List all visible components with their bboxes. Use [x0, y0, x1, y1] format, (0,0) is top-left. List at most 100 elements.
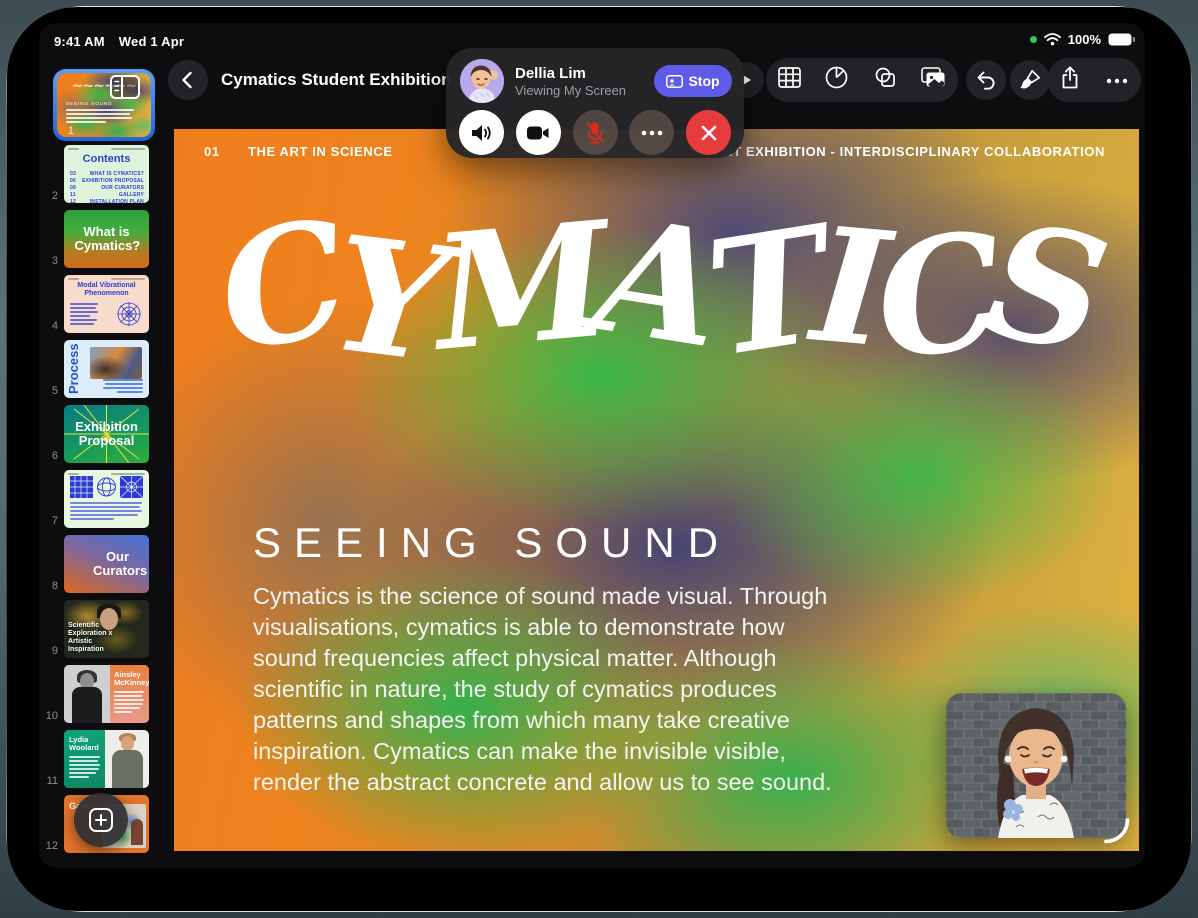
toc-num: 08 — [70, 185, 76, 191]
slide-thumbnail-9[interactable]: Scientific Exploration x Artistic Inspir… — [64, 600, 149, 658]
thumbnail-title: Exhibition Proposal — [75, 419, 138, 448]
slide-page-number[interactable]: 01 — [204, 144, 220, 159]
slide-thumbnail-4[interactable]: Modal Vibrational Phenomenon — [64, 275, 149, 333]
participant-name: Dellia Lim — [515, 64, 586, 82]
slide-thumbnail-8[interactable]: Our Curators — [64, 535, 149, 593]
end-call-button[interactable] — [686, 110, 731, 155]
slide-thumbnail-6[interactable]: Exhibition Proposal — [64, 405, 149, 463]
toc-label: GALLERY — [118, 192, 144, 198]
toc-label: EXHIBITION PROPOSAL — [82, 178, 144, 184]
close-x-icon — [701, 125, 716, 140]
slide-number: 1 — [67, 125, 74, 137]
slide-body-text[interactable]: Cymatics is the science of sound made vi… — [253, 581, 841, 798]
thumbnail-title: Process — [66, 343, 81, 394]
thumbnail-photo-face — [121, 736, 134, 751]
toc-label: WHAT IS CYMATICS? — [89, 171, 144, 177]
insert-media-button[interactable] — [921, 67, 946, 93]
share-more-group — [1047, 58, 1141, 102]
toc-label: INSTALLATION PLAN — [89, 199, 144, 203]
document-title: Cymatics Student Exhibition — [221, 70, 452, 89]
thumbnail-text-panel: Ainsley McKinney — [110, 665, 149, 723]
status-right: 100% — [1029, 32, 1135, 47]
thumbnail-header-placeholder — [68, 278, 145, 280]
document-title-button[interactable]: Cymatics Student Exhibition — [221, 60, 482, 100]
slide-number: 7 — [51, 515, 58, 527]
stop-label: Stop — [688, 73, 720, 89]
thumbnail-photo — [64, 665, 110, 723]
format-button[interactable] — [1010, 60, 1050, 100]
slide-navigator: ~~~~~~ SEEING SOUND 1 Contents 03 WHAT I… — [39, 53, 167, 868]
thumbnail-header-placeholder — [68, 473, 145, 475]
participant-avatar — [460, 59, 504, 103]
slide-number: 10 — [45, 710, 58, 722]
chevron-left-icon — [182, 71, 192, 89]
thumbnail-title: Contents — [82, 153, 131, 165]
screen: 9:41 AM Wed 1 Apr 100% Cymatics Student … — [39, 23, 1145, 868]
camera-button[interactable] — [515, 110, 561, 155]
slide-thumbnail-3[interactable]: What is Cymatics? — [64, 210, 149, 268]
slide-thumbnail-10[interactable]: Ainsley McKinney — [64, 665, 149, 723]
toc-label: OUR CURATORS — [101, 185, 144, 191]
slide-heading[interactable]: SEEING SOUND — [253, 519, 731, 567]
thumbnail-title: Lydia Woolard — [69, 735, 99, 752]
slide-header-right[interactable]: ENT EXHIBITION - INTERDISCIPLINARY COLLA… — [714, 144, 1105, 159]
call-more-button[interactable] — [629, 110, 675, 155]
slide-title-art[interactable]: CYMATICS — [174, 173, 1139, 403]
battery-percent: 100% — [1067, 32, 1101, 47]
thumbnail-header-placeholder — [68, 148, 145, 150]
insert-shape-button[interactable] — [873, 67, 897, 94]
thumbnail-photo — [90, 347, 142, 379]
battery-icon — [1108, 33, 1135, 46]
slide-number: 11 — [46, 775, 58, 787]
insert-chart-button[interactable] — [825, 66, 848, 94]
wifi-icon — [1043, 33, 1061, 46]
slide-number: 12 — [45, 840, 58, 852]
thumbnail-title: Our Curators — [93, 549, 148, 578]
share-icon — [1062, 66, 1078, 88]
thumbnail-title: Scientific Exploration x Artistic Inspir… — [68, 622, 113, 653]
slide-number: 8 — [51, 580, 58, 592]
status-left: 9:41 AM Wed 1 Apr — [54, 34, 184, 49]
toc-num: 03 — [70, 171, 76, 177]
slide-thumbnail-11[interactable]: Lydia Woolard — [64, 730, 149, 788]
stop-sharing-button[interactable]: Stop — [654, 65, 732, 97]
ipad-device: 9:41 AM Wed 1 Apr 100% Cymatics Student … — [0, 0, 1198, 918]
clock-time: 9:41 AM — [54, 34, 105, 49]
screen-share-icon — [666, 74, 684, 88]
thumbnail-title: Modal Vibrational Phenomenon — [77, 282, 136, 297]
ellipsis-icon — [641, 130, 663, 135]
mandala-pattern — [117, 302, 141, 326]
undo-button[interactable] — [966, 60, 1006, 100]
pattern-tiles — [70, 476, 143, 498]
more-button[interactable] — [1106, 71, 1128, 89]
speaker-icon — [471, 124, 491, 141]
share-button[interactable] — [1060, 66, 1080, 95]
slide-number: 5 — [51, 385, 58, 397]
slide-thumbnail-7[interactable] — [64, 470, 149, 528]
clock-date: Wed 1 Apr — [118, 34, 185, 49]
shareplay-status: Viewing My Screen — [515, 82, 627, 98]
insert-table-button[interactable] — [778, 67, 801, 93]
thumbnail-photo-body — [112, 750, 143, 788]
table-icon — [778, 67, 801, 88]
thumbnail-title: Ainsley McKinney — [114, 670, 149, 687]
photos-icon — [921, 67, 945, 87]
video-camera-icon — [527, 126, 549, 139]
thumbnail-title: What is Cymatics? — [74, 224, 141, 253]
slide-number: 6 — [51, 450, 58, 462]
back-button[interactable] — [168, 60, 208, 100]
undo-icon — [977, 71, 995, 90]
slide-thumbnail-2[interactable]: Contents 03 WHAT IS CYMATICS? 06 EXHIBITIO… — [64, 145, 149, 203]
speaker-button[interactable] — [459, 110, 504, 155]
paintbrush-icon — [1020, 69, 1041, 89]
slide-header-left[interactable]: THE ART IN SCIENCE — [248, 144, 393, 159]
slide-number: 4 — [51, 320, 58, 332]
slide-thumbnail-5[interactable]: Process — [64, 340, 149, 398]
camera-active-indicator-icon — [1029, 36, 1037, 43]
insert-toolbar-group — [766, 58, 958, 102]
ellipsis-icon — [1106, 78, 1128, 84]
mic-muted-icon — [587, 122, 604, 143]
facetime-shareplay-overlay: Dellia Lim Viewing My Screen Stop — [446, 48, 744, 158]
mute-button-muted[interactable] — [572, 110, 618, 155]
add-slide-button[interactable] — [74, 793, 128, 847]
